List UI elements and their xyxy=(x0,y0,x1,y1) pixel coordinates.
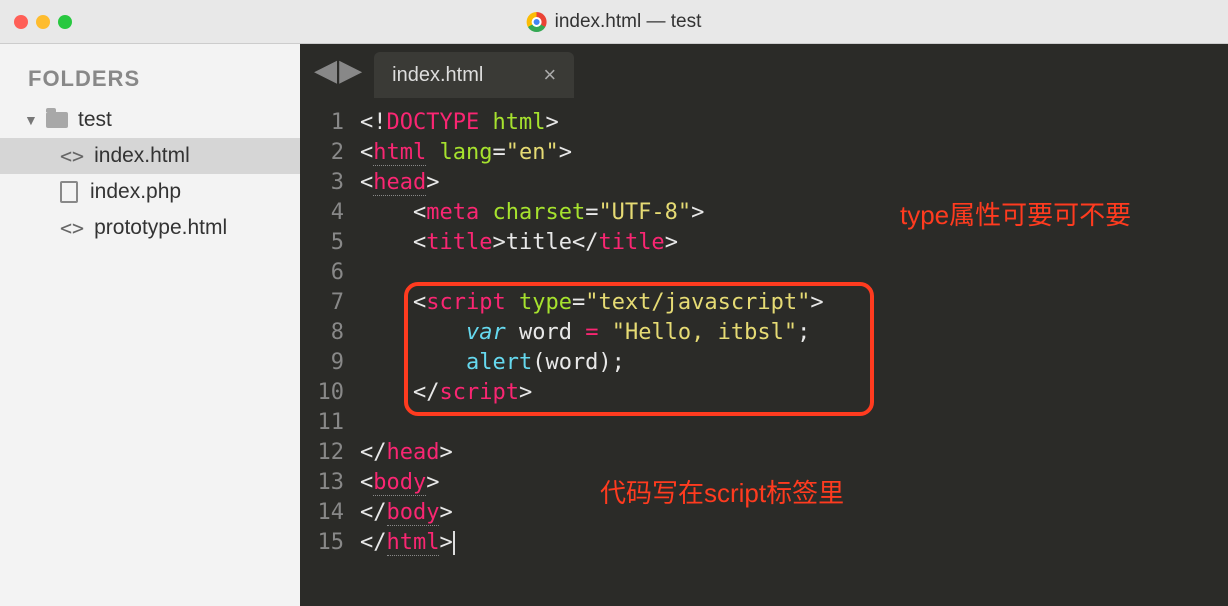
close-tab-icon[interactable]: × xyxy=(543,62,556,88)
file-icon xyxy=(60,181,78,203)
code-content[interactable]: <!DOCTYPE html> <html lang="en"> <head> … xyxy=(360,108,1228,606)
tab-bar: ◀ ▶ index.html × xyxy=(300,44,1228,98)
window-controls xyxy=(0,15,72,29)
sidebar: FOLDERS ▼ test <> index.html index.php <… xyxy=(0,44,300,606)
window-title: index.html — test xyxy=(527,11,702,33)
file-label: index.php xyxy=(90,180,181,204)
annotation-text-2: 代码写在script标签里 xyxy=(600,478,844,508)
zoom-window-button[interactable] xyxy=(58,15,72,29)
line-gutter: 123 456 789 101112 131415 xyxy=(300,108,360,606)
file-item-index-php[interactable]: index.php xyxy=(0,174,300,210)
file-item-prototype-html[interactable]: <> prototype.html xyxy=(0,210,300,246)
file-label: prototype.html xyxy=(94,216,227,240)
file-item-index-html[interactable]: <> index.html xyxy=(0,138,300,174)
window-title-text: index.html — test xyxy=(555,11,702,33)
chrome-icon xyxy=(527,12,547,32)
disclosure-triangle-icon[interactable]: ▼ xyxy=(24,112,36,128)
sidebar-heading: FOLDERS xyxy=(0,66,300,102)
titlebar: index.html — test xyxy=(0,0,1228,44)
nav-back-icon[interactable]: ◀ xyxy=(314,53,337,88)
editor-pane: ◀ ▶ index.html × 123 456 789 101112 1314… xyxy=(300,44,1228,606)
editor-window: index.html — test FOLDERS ▼ test <> inde… xyxy=(0,0,1228,606)
close-window-button[interactable] xyxy=(14,15,28,29)
tab-label: index.html xyxy=(392,64,483,87)
minimize-window-button[interactable] xyxy=(36,15,50,29)
file-label: index.html xyxy=(94,144,190,168)
annotation-text-1: type属性可要可不要 xyxy=(900,200,1131,230)
tab-index-html[interactable]: index.html × xyxy=(374,52,574,98)
folder-root[interactable]: ▼ test xyxy=(0,102,300,138)
folder-tree: ▼ test <> index.html index.php <> protot… xyxy=(0,102,300,246)
nav-forward-icon[interactable]: ▶ xyxy=(339,53,362,88)
folder-icon xyxy=(46,112,68,128)
code-area[interactable]: 123 456 789 101112 131415 <!DOCTYPE html… xyxy=(300,98,1228,606)
code-file-icon: <> xyxy=(60,144,84,168)
text-cursor xyxy=(453,531,455,555)
code-file-icon: <> xyxy=(60,216,84,240)
tab-history-nav: ◀ ▶ xyxy=(300,53,374,98)
folder-label: test xyxy=(78,108,112,132)
